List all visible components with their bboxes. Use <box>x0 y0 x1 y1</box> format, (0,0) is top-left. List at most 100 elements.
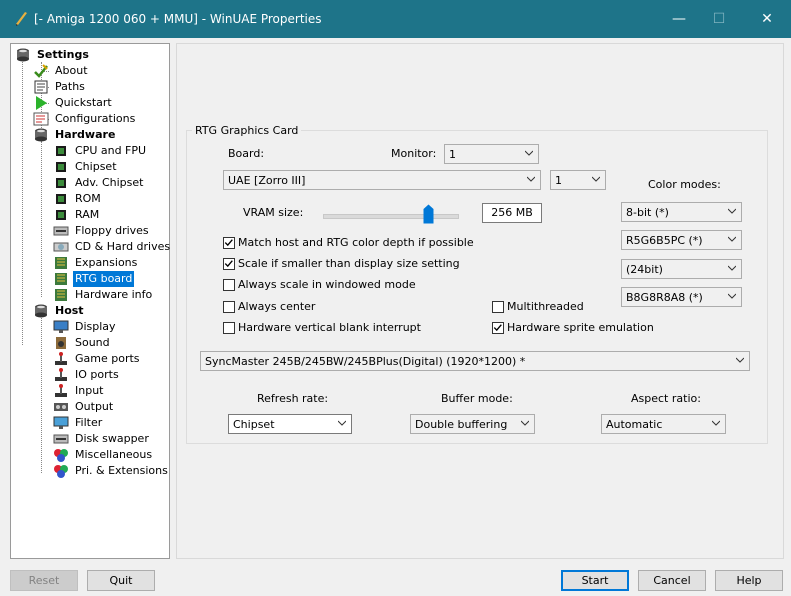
color-mode-32bit-select[interactable]: B8G8R8A8 (*) <box>621 287 742 307</box>
tree-filter[interactable]: Filter <box>73 415 104 431</box>
hw-vblank-checkbox[interactable] <box>223 322 235 334</box>
ram-chip-icon <box>56 210 66 220</box>
tree-game-ports[interactable]: Game ports <box>73 351 142 367</box>
chevron-down-icon <box>728 293 736 299</box>
tree-pri-extensions[interactable]: Pri. & Extensions <box>73 463 170 479</box>
color-modes-label: Color modes: <box>648 178 721 191</box>
tree-rom[interactable]: ROM <box>73 191 103 207</box>
vram-slider-thumb[interactable] <box>423 204 434 224</box>
monitor-label: Monitor: <box>391 147 437 160</box>
tree-adv-chipset[interactable]: Adv. Chipset <box>73 175 145 191</box>
pri-extensions-icon <box>54 465 68 478</box>
refresh-rate-value: Chipset <box>233 418 275 431</box>
chevron-down-icon <box>736 357 744 363</box>
miscellaneous-icon <box>54 449 68 462</box>
filter-monitor-icon <box>53 416 69 429</box>
tree-output[interactable]: Output <box>73 399 115 415</box>
tree-io-ports[interactable]: IO ports <box>73 367 121 383</box>
tree-input[interactable]: Input <box>73 383 105 399</box>
monitor-select[interactable]: 1 <box>444 144 539 164</box>
display-mode-value: SyncMaster 245B/245BW/245BPlus(Digital) … <box>205 355 526 368</box>
floppy-drive-icon <box>53 226 69 236</box>
maximize-button[interactable]: ☐ <box>704 8 734 30</box>
start-button[interactable]: Start <box>561 570 629 591</box>
refresh-rate-label: Refresh rate: <box>257 392 329 405</box>
scale-smaller-checkbox[interactable] <box>223 258 235 270</box>
hw-sprite-checkbox[interactable] <box>492 322 504 334</box>
tree-rtg-board[interactable]: RTG board <box>73 271 135 287</box>
tree-hardware[interactable]: Hardware <box>53 127 117 143</box>
minimize-button[interactable]: — <box>664 8 694 30</box>
tree-host[interactable]: Host <box>53 303 86 319</box>
tree-settings[interactable]: Settings <box>35 47 91 63</box>
color-mode-16bit-select[interactable]: R5G6B5PC (*) <box>621 230 742 250</box>
quickstart-play-icon <box>36 96 47 110</box>
buffer-mode-value: Double buffering <box>415 418 508 431</box>
tree-quickstart[interactable]: Quickstart <box>53 95 114 111</box>
paths-icon <box>34 80 48 94</box>
board-index-value: 1 <box>555 174 562 187</box>
always-scale-checkbox[interactable] <box>223 279 235 291</box>
refresh-rate-select[interactable]: Chipset <box>228 414 352 434</box>
reset-button[interactable]: Reset <box>10 570 78 591</box>
cpu-chip-icon <box>56 146 66 156</box>
chevron-down-icon <box>712 420 720 426</box>
color-mode-24bit-select[interactable]: (24bit) <box>621 259 742 279</box>
host-disk-icon <box>35 304 47 318</box>
about-checkmark-icon <box>34 64 48 78</box>
tree-display[interactable]: Display <box>73 319 118 335</box>
board-index-select[interactable]: 1 <box>550 170 606 190</box>
tree-chipset[interactable]: Chipset <box>73 159 119 175</box>
expansions-icon <box>55 257 67 269</box>
tree-cpu[interactable]: CPU and FPU <box>73 143 148 159</box>
cancel-button[interactable]: Cancel <box>638 570 706 591</box>
tree-expansions[interactable]: Expansions <box>73 255 139 271</box>
display-monitor-icon <box>53 320 69 333</box>
tree-miscellaneous[interactable]: Miscellaneous <box>73 447 154 463</box>
tree-ram[interactable]: RAM <box>73 207 101 223</box>
tree-sound[interactable]: Sound <box>73 335 112 351</box>
title-bar: [- Amiga 1200 060 + MMU] - WinUAE Proper… <box>0 0 791 38</box>
tree-disk-swapper[interactable]: Disk swapper <box>73 431 151 447</box>
input-joystick-icon <box>55 384 67 397</box>
close-button[interactable]: ✕ <box>752 8 782 30</box>
match-host-label: Match host and RTG color depth if possib… <box>238 236 474 249</box>
monitor-value: 1 <box>449 148 456 161</box>
color-mode-8bit-select[interactable]: 8-bit (*) <box>621 202 742 222</box>
aspect-ratio-select[interactable]: Automatic <box>601 414 726 434</box>
display-mode-select[interactable]: SyncMaster 245B/245BW/245BPlus(Digital) … <box>200 351 750 371</box>
tree-paths[interactable]: Paths <box>53 79 87 95</box>
disk-swapper-icon <box>53 434 69 444</box>
board-select[interactable]: UAE [Zorro III] <box>223 170 541 190</box>
aspect-ratio-label: Aspect ratio: <box>631 392 701 405</box>
rom-chip-icon <box>56 194 66 204</box>
chevron-down-icon <box>592 176 600 182</box>
hw-sprite-label: Hardware sprite emulation <box>507 321 654 334</box>
chevron-down-icon <box>728 208 736 214</box>
match-host-checkbox[interactable] <box>223 237 235 249</box>
help-button[interactable]: Help <box>715 570 783 591</box>
winuae-app-icon <box>16 12 27 26</box>
color-mode-value: B8G8R8A8 (*) <box>626 291 703 304</box>
tree-hardware-info[interactable]: Hardware info <box>73 287 154 303</box>
configurations-icon <box>33 112 49 126</box>
quit-button[interactable]: Quit <box>87 570 155 591</box>
tree-configurations[interactable]: Configurations <box>53 111 137 127</box>
chevron-down-icon <box>728 265 736 271</box>
multithreaded-label: Multithreaded <box>507 300 584 313</box>
checkmark-icon <box>224 239 233 247</box>
tree-floppy[interactable]: Floppy drives <box>73 223 151 239</box>
chevron-down-icon <box>525 150 533 156</box>
scale-smaller-label: Scale if smaller than display size setti… <box>238 257 460 270</box>
adv-chipset-chip-icon <box>56 178 66 188</box>
multithreaded-checkbox[interactable] <box>492 301 504 313</box>
tree-about[interactable]: About <box>53 63 90 79</box>
vram-slider[interactable] <box>323 214 459 219</box>
settings-disk-icon <box>17 48 29 62</box>
game-ports-joystick-icon <box>55 352 67 365</box>
buffer-mode-select[interactable]: Double buffering <box>410 414 535 434</box>
rtg-board-icon <box>55 273 67 285</box>
always-center-checkbox[interactable] <box>223 301 235 313</box>
tree-cd[interactable]: CD & Hard drives <box>73 239 172 255</box>
settings-tree[interactable]: Settings About Paths Quickstart Configur… <box>10 43 170 559</box>
